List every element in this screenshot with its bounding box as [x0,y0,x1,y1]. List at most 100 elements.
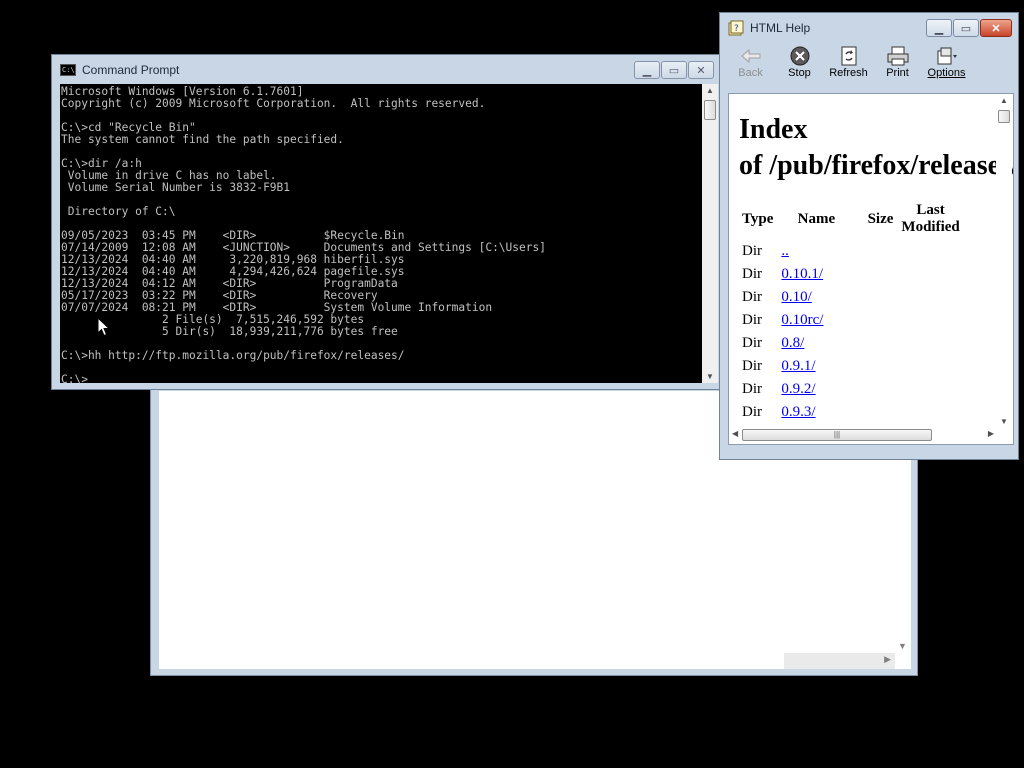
row-name-cell: 0.9.2/ [777,378,855,401]
print-button[interactable]: Print [873,43,922,91]
help-scroll-thumb[interactable] [998,110,1010,123]
back-button[interactable]: Back [726,43,775,91]
html-help-titlebar[interactable]: ? HTML Help ▁ ▭ ✕ [720,13,1018,43]
background-horizontal-scrollbar[interactable]: ▶ [784,653,895,669]
directory-index-page: Index of /pub/firefox/releases/ Type Nam… [739,94,1013,444]
help-toolbar: Back Stop Refresh Print Options [722,43,1016,91]
help-hscroll-thumb[interactable]: ||| [742,429,932,441]
window-title: HTML Help [750,21,811,35]
directory-rows: Dir.. Dir 0.10.1/Dir 0.10/Dir 0.10rc/Dir 0.8/… [739,240,964,444]
close-button[interactable]: ✕ [688,61,714,79]
console-vertical-scrollbar[interactable]: ▲ ▼ [702,84,718,383]
close-icon: ✕ [991,22,1001,35]
row-size [855,332,897,355]
directory-link[interactable]: 0.9.3/ [781,404,815,420]
command-prompt-window: C:\ Command Prompt ▁ ▭ ✕ Microsoft Windo… [51,54,721,390]
minimize-icon: ▁ [642,64,652,77]
options-icon [935,45,959,67]
row-size [855,286,897,309]
minimize-icon: ▁ [934,22,944,35]
row-last-modified [897,332,963,355]
row-type: Dir [742,404,762,420]
row-type: Dir [742,312,762,328]
table-row: Dir 0.9.1/ [739,355,964,378]
directory-link[interactable]: 0.9.2/ [781,381,815,397]
console-text: Microsoft Windows [Version 6.1.7601] Cop… [61,85,546,384]
command-prompt-titlebar[interactable]: C:\ Command Prompt ▁ ▭ ✕ [52,55,720,85]
help-horizontal-scrollbar[interactable]: ◀ ||| ▶ [730,427,996,443]
scroll-up-arrow-icon[interactable]: ▲ [706,86,714,95]
maximize-button[interactable]: ▭ [953,19,979,37]
directory-link[interactable]: 0.9.1/ [781,358,815,374]
stop-icon [788,45,812,67]
table-row: Dir 0.9.3/ [739,401,964,424]
scroll-up-arrow-icon[interactable]: ▲ [1000,96,1008,105]
row-name-cell: .. [777,240,855,263]
directory-link[interactable]: 0.10/ [781,289,811,305]
print-label: Print [886,67,909,79]
row-type: Dir [742,243,762,259]
help-app-icon: ? [728,20,744,36]
row-name-cell: 0.8/ [777,332,855,355]
column-header-last-modified-line2: Modified [901,219,960,235]
column-header-type: Type [742,210,774,227]
maximize-button[interactable]: ▭ [661,61,687,79]
row-type: Dir [742,335,762,351]
page-heading-line-1: Index [739,114,808,145]
scroll-down-arrow-icon[interactable]: ▼ [898,641,907,651]
page-heading-line-2: of /pub/firefox/releases/ [739,150,1014,181]
directory-link[interactable]: 0.10.1/ [781,266,823,282]
svg-text:?: ? [734,24,739,34]
table-row: Dir 0.10.1/ [739,263,964,286]
row-type: Dir [742,358,762,374]
row-last-modified [897,401,963,424]
row-size [855,378,897,401]
row-last-modified [897,263,963,286]
console-app-icon: C:\ [60,64,76,76]
refresh-button[interactable]: Refresh [824,43,873,91]
column-header-size: Size [867,210,894,227]
scroll-left-arrow-icon[interactable]: ◀ [732,429,738,438]
table-header-row: Type Name Size Last Modified [739,198,964,240]
console-output[interactable]: Microsoft Windows [Version 6.1.7601] Cop… [60,84,702,383]
row-size [855,240,897,263]
maximize-icon: ▭ [960,22,972,35]
mouse-cursor-icon [97,317,111,337]
table-row: Dir 0.10rc/ [739,309,964,332]
minimize-button[interactable]: ▁ [926,19,952,37]
scroll-right-arrow-icon[interactable]: ▶ [884,654,891,665]
close-button[interactable]: ✕ [980,19,1012,37]
row-size [855,401,897,424]
maximize-icon: ▭ [668,64,680,77]
console-scroll-thumb[interactable] [704,100,716,120]
directory-link[interactable]: 0.8/ [781,335,804,351]
help-vertical-scrollbar[interactable]: ▲ ▼ [996,95,1012,427]
row-last-modified [897,309,963,332]
scroll-right-arrow-icon[interactable]: ▶ [988,429,994,438]
options-button[interactable]: Options [922,43,971,91]
table-row: Dir 0.8/ [739,332,964,355]
page-heading: Index of /pub/firefox/releases/ [739,112,1013,184]
row-name-cell: 0.9.3/ [777,401,855,424]
row-size [855,309,897,332]
stop-button[interactable]: Stop [775,43,824,91]
help-content-pane[interactable]: Index of /pub/firefox/releases/ Type Nam… [728,93,1014,445]
row-name-cell: 0.10/ [777,286,855,309]
row-name-cell: 0.10.1/ [777,263,855,286]
directory-listing-table: Type Name Size Last Modified Dir.. Dir 0.1… [739,198,964,444]
html-help-window: ? HTML Help ▁ ▭ ✕ Back Stop Refresh Prin… [719,12,1019,460]
directory-link[interactable]: .. [781,243,789,259]
back-label: Back [738,67,763,79]
table-row: Dir.. [739,240,964,263]
row-name-cell: 0.9.1/ [777,355,855,378]
row-type: Dir [742,266,762,282]
row-last-modified [897,240,963,263]
row-last-modified [897,286,963,309]
scroll-down-arrow-icon[interactable]: ▼ [706,372,714,381]
directory-link[interactable]: 0.10rc/ [781,312,823,328]
minimize-button[interactable]: ▁ [634,61,660,79]
table-row: Dir 0.9.2/ [739,378,964,401]
scroll-down-arrow-icon[interactable]: ▼ [1000,417,1008,426]
row-type: Dir [742,381,762,397]
row-size [855,355,897,378]
